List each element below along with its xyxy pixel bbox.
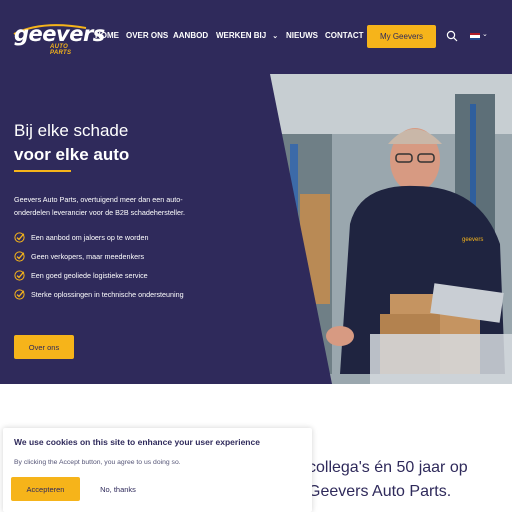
hero-title-line1: Bij elke schade bbox=[14, 121, 129, 140]
cookie-description: By clicking the Accept button, you agree… bbox=[14, 459, 181, 466]
nav-werken-bij[interactable]: WERKEN BIJ ⌄ bbox=[216, 31, 278, 40]
checkmark-icon bbox=[14, 289, 25, 300]
hero-bullet: Geen verkopers, maar meedenkers bbox=[14, 251, 144, 262]
logo-subtitle: AUTO PARTS bbox=[50, 44, 72, 56]
hero-bullet-text: Een aanbod om jaloers op te worden bbox=[31, 233, 149, 242]
lower-text-line1: collega's én 50 jaar op bbox=[308, 459, 468, 476]
my-geevers-button[interactable]: My Geevers bbox=[367, 25, 436, 48]
chevron-down-icon: ⌄ bbox=[272, 33, 279, 40]
flag-nl-icon[interactable] bbox=[470, 33, 480, 40]
nav-contact[interactable]: CONTACT bbox=[325, 31, 364, 40]
checkmark-icon bbox=[14, 270, 25, 281]
accept-cookies-button[interactable]: Accepteren bbox=[11, 477, 80, 501]
nav-over-ons[interactable]: OVER ONS bbox=[126, 31, 168, 40]
svg-text:geevers: geevers bbox=[462, 237, 483, 243]
search-icon[interactable] bbox=[446, 30, 458, 42]
hero-bullet-text: Geen verkopers, maar meedenkers bbox=[31, 252, 145, 261]
lower-text-line2: Geevers Auto Parts. bbox=[308, 483, 452, 500]
hero-bullet: Sterke oplossingen in technische onderst… bbox=[14, 289, 184, 300]
nav-nieuws[interactable]: NIEUWS bbox=[286, 31, 318, 40]
hero-intro-text: Geevers Auto Parts, overtuigend meer dan… bbox=[14, 195, 186, 217]
cookie-title: We use cookies on this site to enhance y… bbox=[14, 437, 260, 447]
nav-home[interactable]: HOME bbox=[95, 31, 119, 40]
hero-title-underline bbox=[14, 170, 71, 172]
decline-cookies-button[interactable]: No, thanks bbox=[87, 477, 149, 501]
nav-werken-bij-label: WERKEN BIJ bbox=[216, 31, 267, 40]
hero-bullet-text: Een goed geoliede logistieke service bbox=[31, 271, 148, 280]
hero-title-line2: voor elke auto bbox=[14, 145, 130, 164]
checkmark-icon bbox=[14, 251, 25, 262]
checkmark-icon bbox=[14, 232, 25, 243]
language-chevron-down-icon[interactable]: ⌄ bbox=[482, 30, 488, 38]
geevers-logo[interactable]: geevers AUTO PARTS bbox=[13, 22, 105, 56]
nav-aanbod[interactable]: AANBOD bbox=[173, 31, 208, 40]
site-header: geevers AUTO PARTS HOME OVER ONS AANBOD … bbox=[0, 0, 512, 74]
lower-section-text: collega's én 50 jaar op Geevers Auto Par… bbox=[308, 456, 468, 504]
hero-bullet: Een aanbod om jaloers op te worden bbox=[14, 232, 148, 243]
logo-text: geevers bbox=[14, 22, 105, 46]
over-ons-button[interactable]: Over ons bbox=[14, 335, 74, 359]
cookie-banner: We use cookies on this site to enhance y… bbox=[3, 428, 312, 512]
hero-bullet: Een goed geoliede logistieke service bbox=[14, 270, 148, 281]
page: geevers AUTO PARTS HOME OVER ONS AANBOD … bbox=[0, 0, 512, 512]
hero-bullet-text: Sterke oplossingen in technische onderst… bbox=[31, 290, 184, 299]
